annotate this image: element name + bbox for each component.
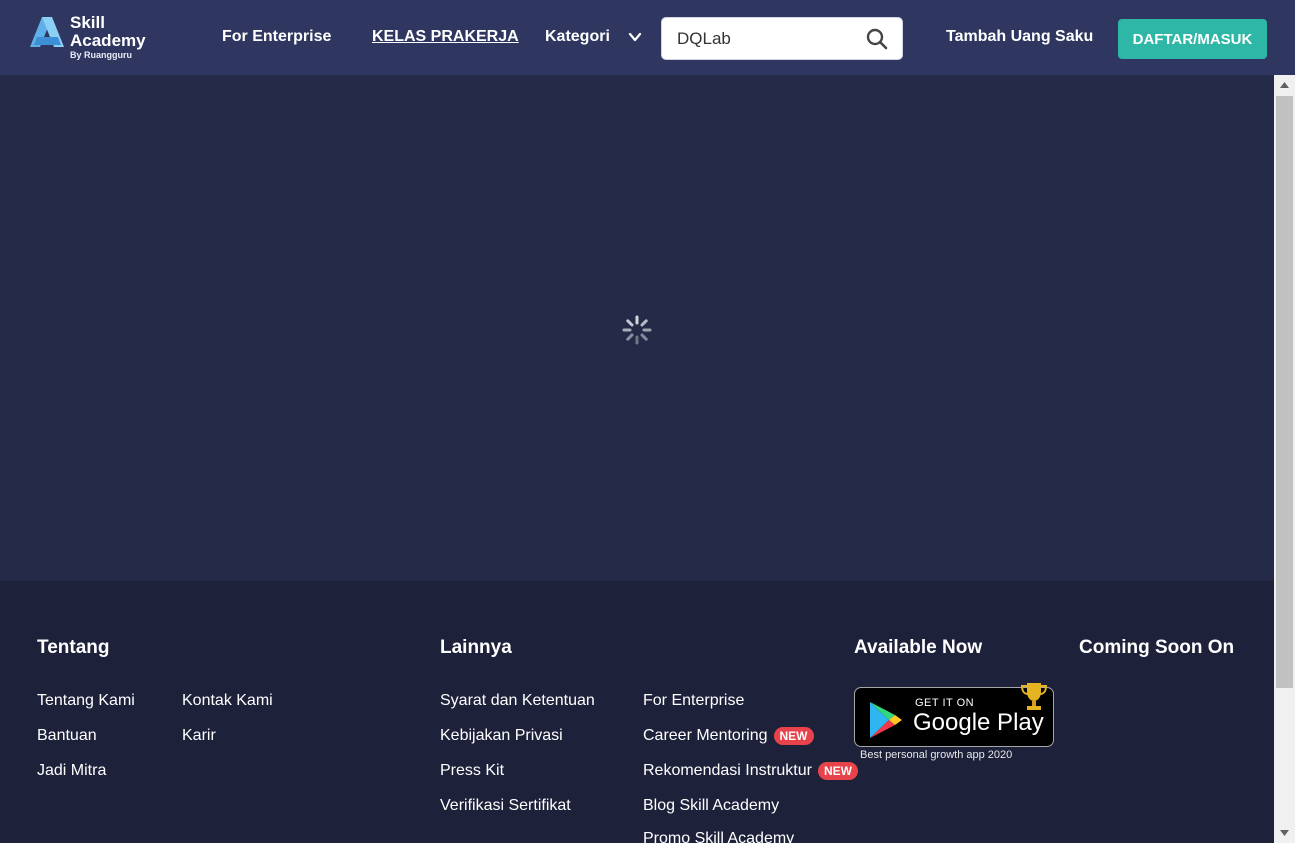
trophy-icon	[1020, 683, 1048, 710]
footer-heading-tentang: Tentang	[37, 637, 110, 658]
new-badge: NEW	[817, 762, 858, 780]
google-play-big-text: Google Play	[913, 709, 1044, 736]
footer-link-for-enterprise[interactable]: For Enterprise	[643, 692, 744, 710]
google-play-caption: Best personal growth app 2020	[860, 749, 1013, 761]
footer-link-karir[interactable]: Karir	[182, 727, 216, 745]
footer-heading-lainnya: Lainnya	[440, 637, 512, 658]
logo-text-skill: Skill	[70, 13, 105, 32]
footer-link-verifikasi-sertifikat[interactable]: Verifikasi Sertifikat	[440, 797, 571, 815]
footer-link-promo[interactable]: Promo Skill Academy	[643, 830, 794, 843]
search-input[interactable]	[677, 28, 862, 49]
page-scrollbar[interactable]	[1274, 75, 1295, 843]
footer-link-press-kit[interactable]: Press Kit	[440, 762, 504, 780]
footer: Tentang Tentang Kami Bantuan Jadi Mitra …	[0, 581, 1274, 843]
footer-link-kebijakan-privasi[interactable]: Kebijakan Privasi	[440, 727, 563, 745]
footer-heading-coming-soon: Coming Soon On	[1079, 637, 1235, 658]
rekomendasi-instruktur-label: Rekomendasi Instruktur	[643, 762, 812, 779]
skill-academy-logo-icon	[30, 17, 64, 47]
footer-link-blog[interactable]: Blog Skill Academy	[643, 797, 779, 815]
search-icon[interactable]	[866, 28, 888, 50]
footer-link-kontak-kami[interactable]: Kontak Kami	[182, 692, 273, 710]
logo-text-academy: Academy	[70, 31, 146, 50]
new-badge: NEW	[773, 727, 814, 745]
daftar-masuk-button[interactable]: DAFTAR/MASUK	[1118, 19, 1267, 59]
spinner-icon	[622, 315, 652, 345]
chevron-down-icon	[628, 32, 642, 42]
footer-link-bantuan[interactable]: Bantuan	[37, 727, 97, 745]
footer-link-rekomendasi-instruktur[interactable]: Rekomendasi Instruktur NEW	[643, 762, 858, 780]
footer-link-jadi-mitra[interactable]: Jadi Mitra	[37, 762, 106, 780]
main-content	[0, 75, 1274, 581]
footer-heading-available-now: Available Now	[854, 637, 983, 658]
scroll-thumb[interactable]	[1276, 96, 1293, 688]
career-mentoring-label: Career Mentoring	[643, 727, 768, 744]
nav-kategori-dropdown[interactable]: Kategori	[545, 28, 642, 46]
footer-link-career-mentoring[interactable]: Career Mentoring NEW	[643, 727, 814, 745]
scroll-up-arrow-icon[interactable]	[1274, 78, 1295, 92]
footer-link-syarat[interactable]: Syarat dan Ketentuan	[440, 692, 595, 710]
google-play-icon	[870, 702, 902, 738]
nav-kategori-label: Kategori	[545, 28, 610, 45]
skill-academy-logo[interactable]: Skill Academy By Ruangguru	[28, 14, 168, 64]
scroll-down-arrow-icon[interactable]	[1274, 826, 1295, 840]
search-box	[661, 17, 903, 60]
nav-tambah-uang-saku[interactable]: Tambah Uang Saku	[946, 28, 1093, 46]
logo-text-by-ruangguru: By Ruangguru	[70, 50, 132, 60]
google-play-badge[interactable]: GET IT ON Google Play	[854, 683, 1054, 747]
nav-for-enterprise[interactable]: For Enterprise	[222, 28, 331, 46]
footer-link-tentang-kami[interactable]: Tentang Kami	[37, 692, 135, 710]
nav-kelas-prakerja[interactable]: KELAS PRAKERJA	[372, 28, 519, 46]
top-navbar: Skill Academy By Ruangguru For Enterpris…	[0, 0, 1295, 75]
google-play-small-text: GET IT ON	[915, 697, 975, 709]
